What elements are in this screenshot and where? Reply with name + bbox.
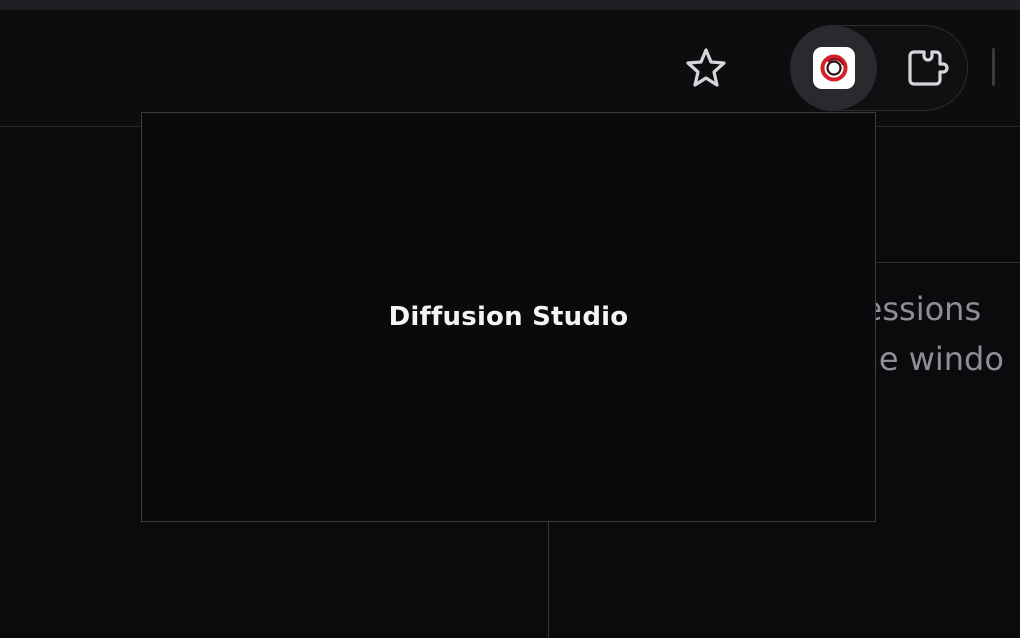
popup-title: Diffusion Studio: [388, 302, 629, 332]
star-icon: [686, 48, 726, 87]
browser-window: sessions the windo Diffusion Studio: [0, 0, 1020, 638]
diffusion-studio-extension-button[interactable]: [791, 26, 877, 110]
bookmark-button[interactable]: [682, 45, 730, 89]
extension-popup: Diffusion Studio: [141, 112, 876, 522]
diffusion-studio-logo-icon: [820, 54, 848, 82]
tab-strip: [0, 0, 1020, 10]
toolbar-separator: [992, 48, 995, 86]
puzzle-icon: [908, 50, 949, 86]
page-right-divider: [876, 262, 1020, 263]
extensions-menu-button[interactable]: [898, 44, 954, 92]
extension-tile: [813, 47, 855, 89]
